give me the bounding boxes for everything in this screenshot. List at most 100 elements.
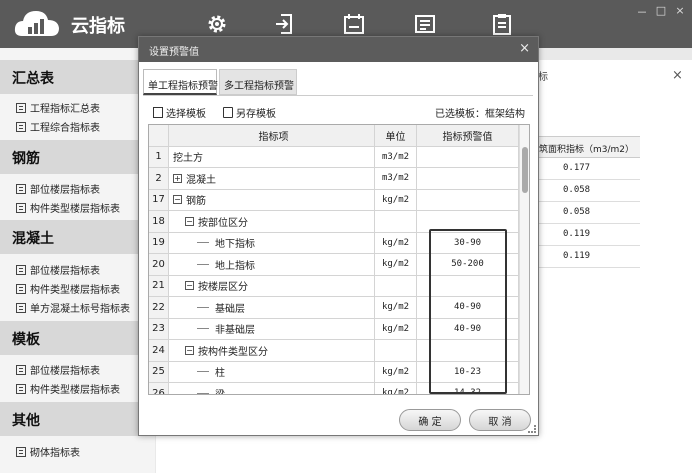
clipboard-icon[interactable] [490, 12, 514, 36]
table-row[interactable]: 1 挖土方 m3/m2 [149, 146, 519, 168]
tree-connector [197, 328, 209, 330]
row-item-label: 按构件类型区分 [198, 346, 268, 358]
row-unit: m3/m2 [375, 168, 417, 189]
close-window-button[interactable]: × [673, 4, 687, 17]
tab-multi-project-warning[interactable]: 多工程指标预警 [219, 69, 297, 95]
table-row[interactable]: 17− 钢筋 kg/m2 [149, 189, 519, 211]
table-cell: 0.058 [533, 202, 640, 224]
row-number: 1 [149, 146, 169, 167]
collapse-icon[interactable]: − [173, 195, 182, 205]
row-item-name: 地上指标 [169, 254, 375, 275]
row-item-label: 混凝土 [186, 174, 216, 186]
import-icon[interactable] [273, 12, 297, 36]
table-cell: 0.058 [533, 180, 640, 202]
minimize-button[interactable]: － [635, 4, 649, 20]
row-unit: kg/m2 [375, 189, 417, 210]
background-table: 筑面积指标（m3/m2） 0.177 0.058 0.058 0.119 0.1… [532, 136, 640, 268]
save-template-button[interactable]: 另存模板 [223, 105, 276, 120]
vertical-scrollbar[interactable] [519, 125, 529, 394]
row-unit [375, 211, 417, 232]
table-cell: 0.119 [533, 246, 640, 268]
sidebar-section-other[interactable]: 其他 [0, 402, 155, 436]
cancel-button[interactable]: 取 消 [469, 409, 531, 431]
collapse-icon[interactable]: − [185, 345, 194, 355]
sidebar-item-formwork-floor[interactable]: 部位楼层指标表 [16, 362, 100, 377]
table-icon [16, 302, 26, 313]
maximize-button[interactable]: □ [654, 4, 668, 17]
warning-value-cell[interactable] [417, 189, 519, 210]
row-number: 21 [149, 275, 169, 296]
row-item-name: − 按楼层区分 [169, 275, 375, 296]
tree-connector [197, 242, 209, 244]
row-number: 20 [149, 254, 169, 275]
sidebar-item-rebar-floor[interactable]: 部位楼层指标表 [16, 181, 100, 196]
row-unit: kg/m2 [375, 232, 417, 253]
table-icon [16, 202, 26, 213]
tab-single-project-warning[interactable]: 单工程指标预警 [143, 69, 218, 95]
sidebar-section-formwork[interactable]: 模板 [0, 321, 155, 355]
table-cell: 0.177 [533, 158, 640, 180]
table-icon [16, 364, 26, 375]
sidebar-item-rebar-component[interactable]: 构件类型楼层指标表 [16, 200, 120, 215]
sidebar-item-project-summary[interactable]: 工程指标汇总表 [16, 100, 100, 115]
warning-value-cell[interactable] [417, 168, 519, 189]
table-cell: 0.119 [533, 224, 640, 246]
panel-close-button[interactable]: × [672, 68, 683, 83]
background-partial-label: 标 [538, 72, 548, 83]
sidebar-section-rebar[interactable]: 钢筋 [0, 140, 155, 174]
table-icon [16, 283, 26, 294]
row-unit [375, 340, 417, 361]
sidebar-section-summary[interactable]: 汇总表 [0, 60, 155, 94]
column-header-warning-value: 指标预警值 [417, 125, 519, 146]
table-icon [16, 102, 26, 113]
row-item-name: 柱 [169, 361, 375, 382]
row-item-name: 挖土方 [169, 146, 375, 167]
row-number: 24 [149, 340, 169, 361]
expand-icon[interactable]: + [173, 173, 182, 183]
sidebar-item-concrete-component[interactable]: 构件类型楼层指标表 [16, 281, 120, 296]
collapse-icon[interactable]: − [185, 281, 194, 291]
sidebar: 汇总表 工程指标汇总表 工程综合指标表 钢筋 部位楼层指标表 构件类型楼层指标表… [0, 48, 155, 473]
row-number: 2 [149, 168, 169, 189]
warning-value-cell[interactable] [417, 146, 519, 167]
sidebar-item-masonry[interactable]: 砌体指标表 [16, 444, 80, 459]
sidebar-item-concrete-grade[interactable]: 单方混凝土标号指标表 [16, 300, 130, 315]
row-item-name: 非基础层 [169, 318, 375, 339]
ok-button[interactable]: 确 定 [399, 409, 461, 431]
row-item-label: 梁 [215, 386, 225, 394]
row-item-label: 按部位区分 [198, 217, 248, 229]
sidebar-section-concrete[interactable]: 混凝土 [0, 220, 155, 254]
scrollbar-thumb[interactable] [522, 147, 528, 193]
sidebar-item-concrete-floor[interactable]: 部位楼层指标表 [16, 262, 100, 277]
row-item-name: − 钢筋 [169, 189, 375, 210]
row-item-label: 按楼层区分 [198, 282, 248, 294]
selected-template: 已选模板：框架结构 [435, 109, 525, 120]
tree-connector [197, 263, 209, 265]
row-unit: kg/m2 [375, 318, 417, 339]
table-icon [16, 264, 26, 275]
select-template-button[interactable]: 选择模板 [153, 105, 206, 120]
table-row[interactable]: 2 + 混凝土 m3/m2 [149, 168, 519, 190]
column-header-item: 指标项 [169, 125, 375, 146]
row-unit: kg/m2 [375, 297, 417, 318]
row-number: 22 [149, 297, 169, 318]
calendar-icon[interactable] [342, 12, 366, 36]
row-item-label: 地上指标 [215, 260, 255, 272]
table-icon [16, 121, 26, 132]
row-item-label: 基础层 [215, 303, 245, 315]
collapse-icon[interactable]: − [185, 216, 194, 226]
settings-icon[interactable] [205, 12, 229, 36]
tree-connector [197, 371, 209, 373]
row-item-name: − 按部位区分 [169, 211, 375, 232]
cloud-chart-logo-icon [14, 11, 59, 36]
row-item-name: − 按构件类型区分 [169, 340, 375, 361]
sidebar-item-formwork-component[interactable]: 构件类型楼层指标表 [16, 381, 120, 396]
row-number: 23 [149, 318, 169, 339]
row-number: 17 [149, 189, 169, 210]
save-icon [223, 107, 233, 118]
dialog-close-button[interactable]: × [519, 41, 530, 56]
list-icon[interactable] [413, 12, 437, 36]
resize-grip[interactable] [528, 425, 536, 433]
sidebar-item-project-composite[interactable]: 工程综合指标表 [16, 119, 100, 134]
table-icon [16, 446, 26, 457]
